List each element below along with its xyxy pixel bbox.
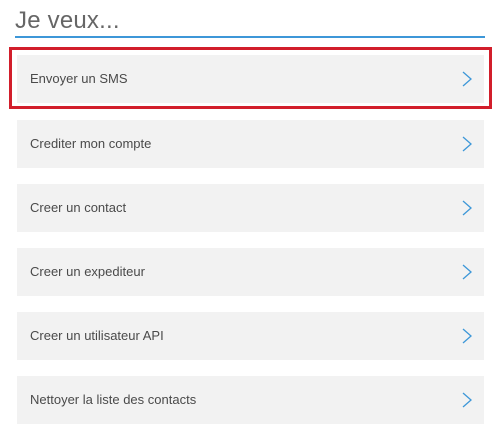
action-credit-account[interactable]: Crediter mon compte	[17, 120, 484, 168]
chevron-right-icon	[462, 392, 472, 408]
action-label: Nettoyer la liste des contacts	[30, 392, 197, 407]
action-create-sender[interactable]: Creer un expediteur	[17, 248, 484, 296]
chevron-right-icon	[462, 136, 472, 152]
chevron-right-icon	[462, 328, 472, 344]
action-label: Creer un expediteur	[30, 264, 145, 279]
action-create-contact[interactable]: Creer un contact	[17, 184, 484, 232]
chevron-right-icon	[462, 264, 472, 280]
action-label: Creer un contact	[30, 200, 127, 215]
action-clean-contact-list[interactable]: Nettoyer la liste des contacts	[17, 376, 484, 424]
chevron-right-icon	[462, 200, 472, 216]
action-label: Envoyer un SMS	[30, 71, 128, 86]
action-create-api-user[interactable]: Creer un utilisateur API	[17, 312, 484, 360]
page-title: Je veux...	[15, 7, 120, 34]
action-label: Crediter mon compte	[30, 136, 152, 151]
action-label: Creer un utilisateur API	[30, 328, 164, 343]
action-send-sms[interactable]: Envoyer un SMS	[17, 55, 484, 103]
chevron-right-icon	[462, 71, 472, 87]
page-heading: Je veux...	[15, 5, 485, 38]
